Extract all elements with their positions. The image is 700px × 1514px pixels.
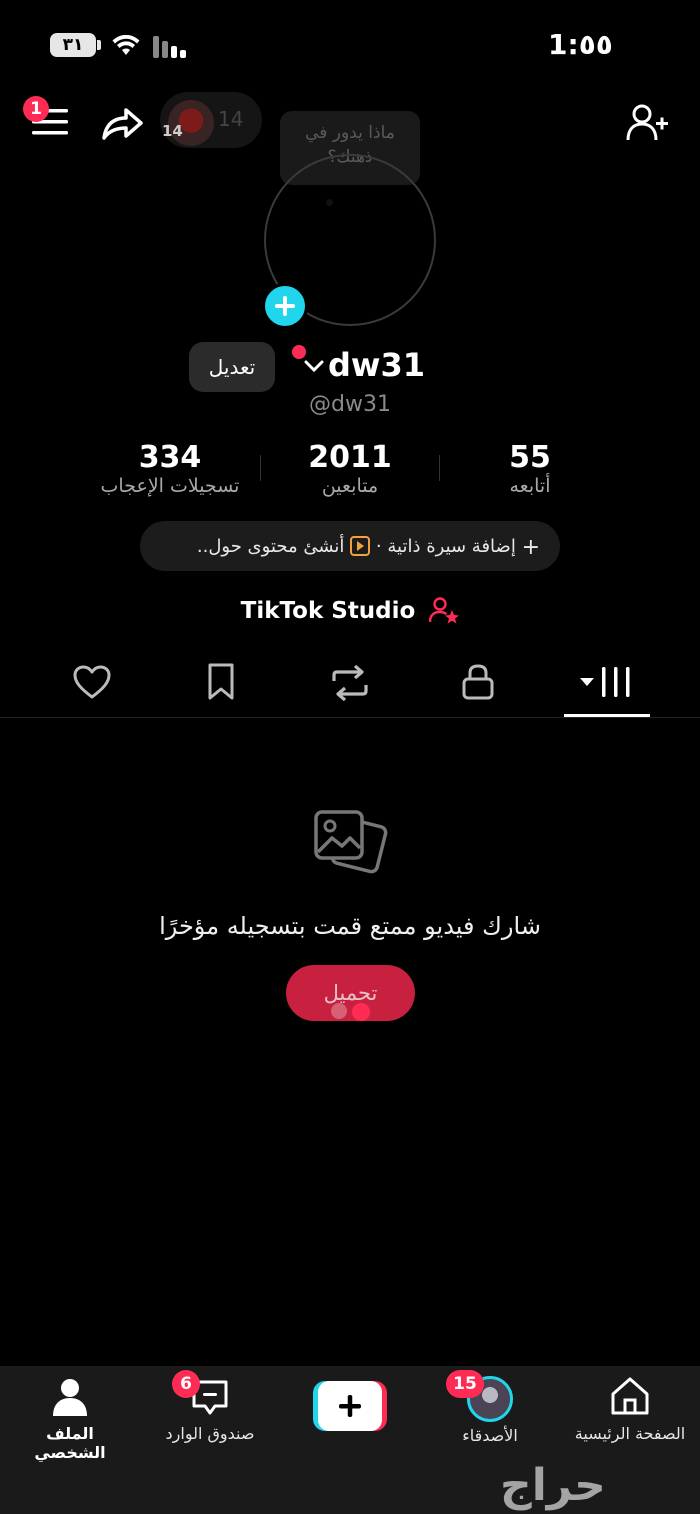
battery-indicator: ٣١ <box>50 33 96 57</box>
nav-home-label: الصفحة الرئيسية <box>574 1424 686 1443</box>
share-button[interactable] <box>100 104 144 144</box>
heart-icon <box>73 665 111 699</box>
wifi-icon <box>112 35 140 57</box>
edit-profile-button[interactable]: تعديل <box>189 342 275 392</box>
tab-favorites[interactable] <box>204 662 238 702</box>
nav-profile[interactable]: الملف الشخصي <box>10 1376 130 1462</box>
repost-icon <box>332 664 368 702</box>
tab-videos[interactable] <box>576 664 636 700</box>
create-button[interactable] <box>313 1381 387 1431</box>
share-icon <box>102 108 143 140</box>
stat-following-label: أتابعه <box>509 475 551 497</box>
signal-icon <box>153 36 189 58</box>
photos-icon <box>310 806 390 886</box>
stat-likes-label: تسجيلات الإعجاب <box>100 475 240 497</box>
empty-state-message: شارك فيديو ممتع قمت بتسجيله مؤخرًا <box>159 912 541 940</box>
home-icon <box>609 1376 651 1416</box>
user-handle: @dw31 <box>309 392 391 417</box>
chevron-down-icon[interactable] <box>303 358 325 374</box>
stat-divider <box>260 455 261 481</box>
play-icon <box>350 536 371 556</box>
profile-icon <box>50 1376 90 1416</box>
story-count: 14 <box>162 122 183 140</box>
tab-reposts[interactable] <box>328 663 372 703</box>
upload-button[interactable]: تحميل <box>286 965 415 1021</box>
bookmark-icon <box>208 663 234 700</box>
notification-dot <box>292 345 306 359</box>
stat-followers-label: متابعين <box>321 475 379 497</box>
tabs-divider <box>0 717 700 718</box>
stat-followers-value: 2011 <box>308 440 392 475</box>
stat-following-value: 55 <box>509 440 551 475</box>
tiktok-studio-link[interactable]: TikTok Studio <box>0 596 700 624</box>
loading-dot <box>331 1003 347 1019</box>
tab-private[interactable] <box>460 662 496 702</box>
add-bio-link[interactable]: إضافة سيرة ذاتية <box>387 536 515 557</box>
nav-inbox[interactable]: صندوق الوارد <box>150 1376 270 1443</box>
stat-following[interactable]: 55 أتابعه <box>460 440 600 497</box>
stat-followers[interactable]: 2011 متابعين <box>270 440 430 497</box>
nav-inbox-label: صندوق الوارد <box>165 1424 255 1443</box>
stat-likes-value: 334 <box>138 440 202 475</box>
nav-home[interactable]: الصفحة الرئيسية <box>570 1376 690 1443</box>
lock-icon <box>462 664 494 700</box>
username[interactable]: dw31 <box>328 346 425 384</box>
bubble-tail-dot <box>326 199 333 206</box>
story-views: 14 <box>218 107 244 131</box>
menu-badge: 1 <box>23 96 49 122</box>
creator-star-icon <box>429 596 460 624</box>
stat-likes[interactable]: 334 تسجيلات الإعجاب <box>90 440 250 497</box>
status-time: 1:٥٥ <box>548 28 613 61</box>
grid-icon <box>580 667 630 697</box>
create-content-link[interactable]: أنشئ محتوى حول.. <box>196 536 371 557</box>
loading-dot <box>352 1003 370 1021</box>
stat-divider <box>439 455 440 481</box>
add-friend-button[interactable] <box>626 102 670 142</box>
inbox-badge: 6 <box>172 1370 200 1398</box>
haraj-watermark: حراج <box>500 1460 606 1511</box>
bio-actions: + إضافة سيرة ذاتية · أنشئ محتوى حول.. <box>160 535 540 560</box>
nav-profile-label: الملف الشخصي <box>34 1424 106 1462</box>
add-avatar-button[interactable] <box>262 283 308 329</box>
friends-badge: 15 <box>446 1370 484 1398</box>
tab-liked[interactable] <box>72 664 112 700</box>
nav-friends-label: الأصدقاء <box>462 1426 518 1445</box>
studio-label: TikTok Studio <box>240 598 416 624</box>
create-content-label: أنشئ محتوى حول.. <box>196 536 345 557</box>
plus-icon <box>275 296 295 316</box>
plus-icon: + <box>521 535 540 560</box>
add-user-icon <box>626 104 668 141</box>
bio-separator: · <box>375 536 382 557</box>
battery-tip <box>97 40 101 50</box>
